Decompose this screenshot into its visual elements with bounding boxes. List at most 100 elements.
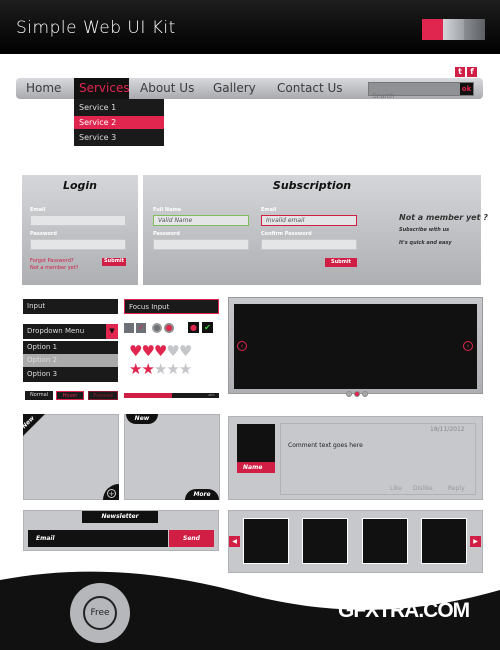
- services-dropdown: Service 1 Service 2 Service 3: [74, 99, 164, 146]
- free-badge: Free: [83, 596, 117, 630]
- focus-input-field[interactable]: Focus Input: [124, 299, 219, 314]
- hearts-rating[interactable]: ♥♥♥♥♥: [129, 342, 192, 360]
- not-member-link[interactable]: Not a member yet?: [30, 265, 78, 271]
- checkbox-checked[interactable]: ✓: [136, 323, 146, 333]
- password-label: Password: [30, 231, 57, 237]
- avatar: [237, 424, 275, 462]
- thumbnail[interactable]: [362, 518, 408, 564]
- fullname-field[interactable]: Valid Name: [153, 215, 249, 226]
- dropdown-item[interactable]: Service 3: [74, 131, 164, 144]
- confirm-password-field[interactable]: [261, 239, 357, 250]
- new-tab: New: [126, 414, 158, 424]
- carousel-prev-icon[interactable]: ◀: [229, 536, 240, 547]
- more-button[interactable]: More: [185, 489, 219, 500]
- progress-label: 46%: [208, 393, 215, 397]
- dropdown-menu[interactable]: Dropdown Menu: [23, 324, 118, 339]
- email-label: Email: [30, 207, 46, 213]
- forgot-password-link[interactable]: Forgot Password?: [30, 258, 74, 264]
- stars-rating[interactable]: ★★★★★: [129, 360, 192, 378]
- dislike-link[interactable]: Dislike: [413, 485, 433, 492]
- error-icon: ●: [188, 322, 199, 333]
- slider-viewport: [234, 304, 477, 389]
- star-icon[interactable]: ★: [179, 360, 192, 378]
- sub-password-label: Password: [153, 231, 180, 237]
- progress-bar: [124, 393, 219, 398]
- confirm-password-label: Confirm Password: [261, 231, 312, 237]
- radio-unchecked[interactable]: [152, 323, 162, 333]
- login-email-field[interactable]: [30, 215, 126, 226]
- login-title: Login: [62, 179, 98, 192]
- search-input[interactable]: [369, 90, 459, 103]
- button-hover[interactable]: Hover: [56, 391, 84, 400]
- success-icon: ✔: [202, 322, 213, 333]
- swatch-light-gray: [443, 19, 464, 40]
- login-submit-button[interactable]: Submit: [102, 258, 126, 266]
- progress-fill: [124, 393, 172, 398]
- like-link[interactable]: Like: [390, 485, 402, 492]
- slider-dots: [346, 391, 368, 397]
- nav-gallery[interactable]: Gallery: [213, 78, 256, 99]
- slider-dot[interactable]: [354, 391, 360, 397]
- star-icon[interactable]: ★: [141, 360, 154, 378]
- dropdown-option[interactable]: Option 3: [23, 367, 118, 382]
- login-password-field[interactable]: [30, 239, 126, 250]
- slider-prev-icon[interactable]: ‹: [237, 341, 247, 351]
- search-box: ok: [368, 82, 474, 103]
- radio-checked[interactable]: [164, 323, 174, 333]
- subscribe-line: Subscribe with us: [399, 227, 450, 233]
- newsletter-email-input[interactable]: Email: [28, 530, 168, 547]
- newsletter-title: Newsletter: [82, 511, 158, 523]
- button-normal[interactable]: Normal: [25, 391, 53, 400]
- star-icon[interactable]: ★: [154, 360, 167, 378]
- star-icon[interactable]: ★: [129, 360, 142, 378]
- comment-body: [280, 423, 476, 495]
- thumbnail[interactable]: [421, 518, 467, 564]
- swatch-red: [422, 19, 443, 40]
- nav-services[interactable]: Services: [74, 78, 130, 99]
- dropdown-option-selected[interactable]: Option 2: [23, 354, 118, 367]
- not-member-heading: Not a member yet ?: [399, 213, 488, 222]
- nav-home[interactable]: Home: [26, 78, 61, 99]
- heart-icon[interactable]: ♥: [129, 342, 142, 360]
- button-pressed[interactable]: Pressed: [88, 391, 118, 400]
- swatch-dark-gray: [464, 19, 485, 40]
- page-title: Simple Web UI Kit: [16, 18, 176, 38]
- sub-password-field[interactable]: [153, 239, 249, 250]
- quick-line: It's quick and easy: [399, 240, 452, 246]
- nav-contact[interactable]: Contact Us: [277, 78, 343, 99]
- star-icon[interactable]: ★: [166, 360, 179, 378]
- twitter-icon[interactable]: t: [455, 67, 465, 77]
- comment-date: 18/11/2012: [430, 426, 465, 433]
- carousel-next-icon[interactable]: ▶: [470, 536, 481, 547]
- heart-icon[interactable]: ♥: [154, 342, 167, 360]
- nav-about[interactable]: About Us: [140, 78, 194, 99]
- card-tabbed: [124, 414, 220, 500]
- slider-dot[interactable]: [346, 391, 352, 397]
- thumbnail[interactable]: [302, 518, 348, 564]
- slider-next-icon[interactable]: ›: [463, 341, 473, 351]
- comment-author: Name: [237, 462, 275, 473]
- comment-text: Comment text goes here: [288, 442, 363, 449]
- facebook-icon[interactable]: f: [467, 67, 477, 77]
- heart-icon[interactable]: ♥: [141, 342, 154, 360]
- thumbnail[interactable]: [243, 518, 289, 564]
- search-button[interactable]: ok: [460, 83, 473, 95]
- sub-email-label: Email: [261, 207, 277, 213]
- subscription-submit-button[interactable]: Submit: [325, 258, 357, 267]
- input-field[interactable]: Input: [23, 299, 118, 314]
- dropdown-item[interactable]: Service 1: [74, 101, 164, 114]
- dropdown-item-active[interactable]: Service 2: [74, 116, 164, 129]
- fullname-label: Full Name: [153, 207, 182, 213]
- dropdown-option[interactable]: Option 1: [23, 341, 118, 354]
- heart-icon[interactable]: ♥: [179, 342, 192, 360]
- subscription-title: Subscription: [272, 179, 352, 192]
- sub-email-field[interactable]: Invalid email: [261, 215, 357, 226]
- heart-icon[interactable]: ♥: [166, 342, 179, 360]
- reply-link[interactable]: Reply: [448, 485, 465, 492]
- slider-dot[interactable]: [362, 391, 368, 397]
- plus-icon[interactable]: +: [107, 489, 116, 498]
- dropdown-arrow-icon[interactable]: ▼: [106, 324, 118, 339]
- checkbox-unchecked[interactable]: [124, 323, 134, 333]
- watermark: GFXTRA.COM: [338, 599, 470, 622]
- send-button[interactable]: Send: [169, 530, 214, 547]
